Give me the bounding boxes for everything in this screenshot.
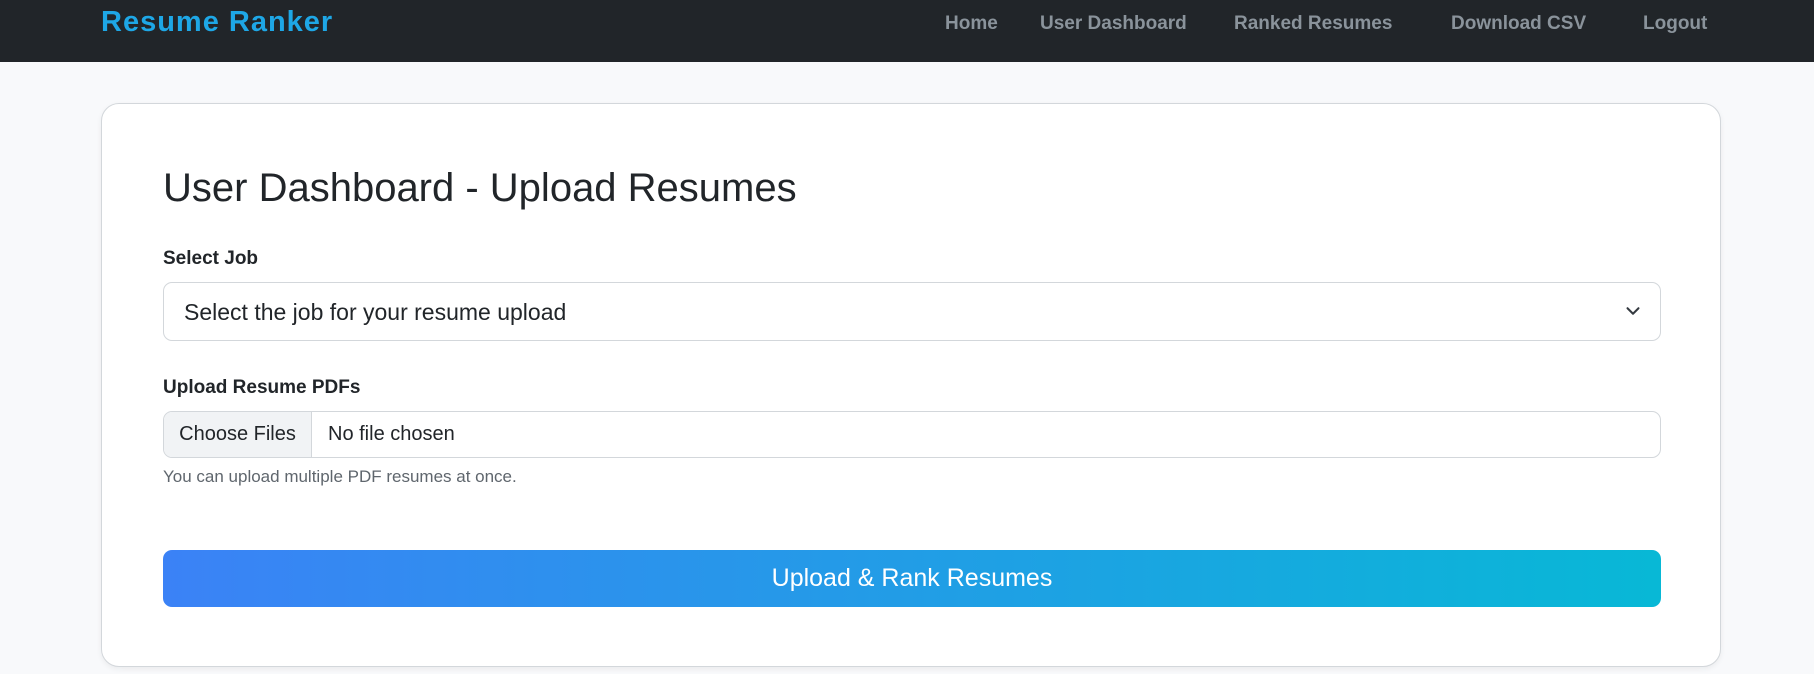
resume-file-input[interactable]: Choose Files No file chosen [163,411,1661,458]
chevron-down-icon [1626,307,1640,315]
page-title: User Dashboard - Upload Resumes [163,166,797,210]
file-status-text: No file chosen [328,423,455,445]
navbar: Resume Ranker Home User Dashboard Ranked… [0,0,1814,62]
nav-link-download-csv[interactable]: Download CSV [1451,13,1586,35]
job-select[interactable]: Select the job for your resume upload [163,282,1661,341]
choose-files-button[interactable]: Choose Files [164,412,312,457]
upload-rank-button[interactable]: Upload & Rank Resumes [163,550,1661,607]
nav-links: Home User Dashboard Ranked Resumes Downl… [0,13,1814,37]
nav-link-home[interactable]: Home [945,13,998,35]
upload-help-text: You can upload multiple PDF resumes at o… [163,467,517,486]
upload-card: User Dashboard - Upload Resumes Select J… [101,103,1721,667]
job-select-value: Select the job for your resume upload [184,299,567,325]
select-job-label: Select Job [163,248,259,269]
nav-link-ranked-resumes[interactable]: Ranked Resumes [1234,13,1392,35]
nav-link-user-dashboard[interactable]: User Dashboard [1040,13,1187,35]
upload-resume-label: Upload Resume PDFs [163,377,361,398]
nav-link-logout[interactable]: Logout [1643,13,1707,35]
